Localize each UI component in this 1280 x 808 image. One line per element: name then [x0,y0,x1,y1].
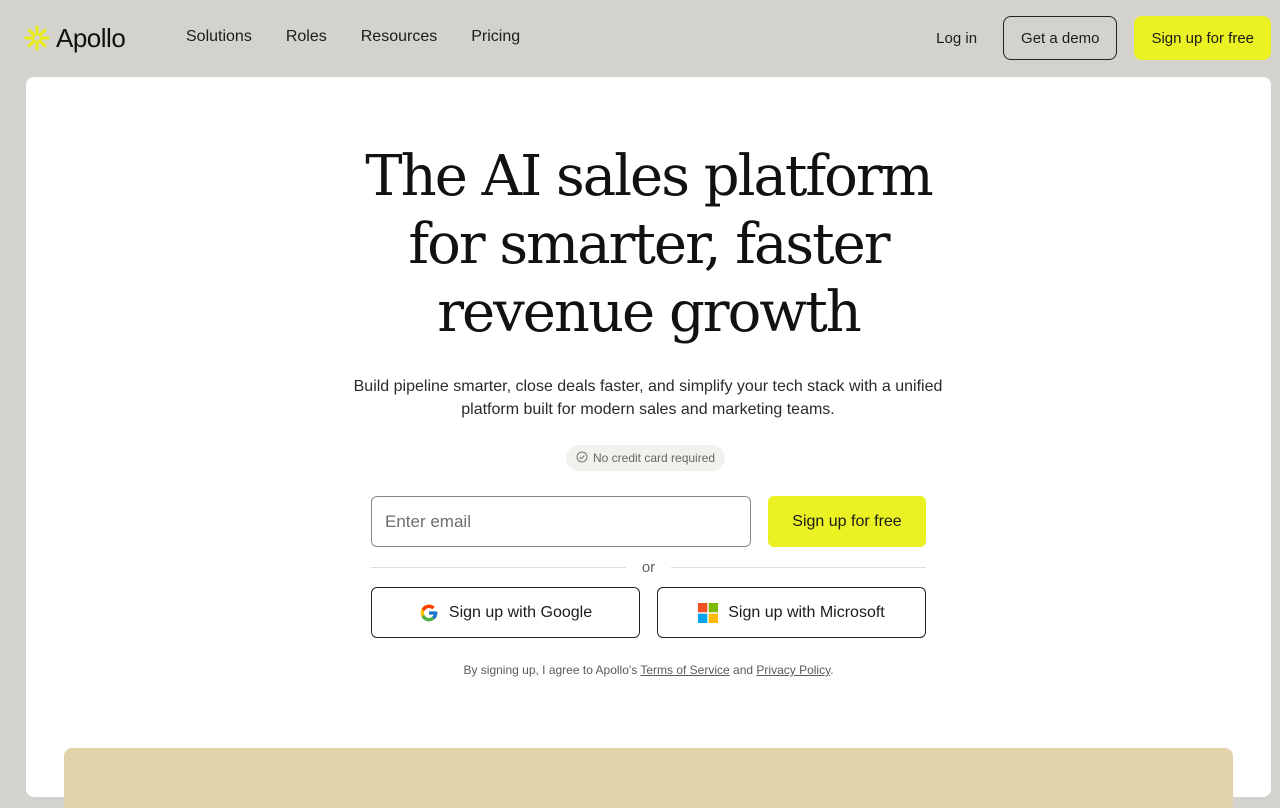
nav-roles[interactable]: Roles [286,28,327,46]
get-demo-button[interactable]: Get a demo [1003,16,1118,60]
microsoft-icon [698,602,719,623]
hero-subtext: Build pipeline smarter, close deals fast… [353,378,943,418]
microsoft-signup-label: Sign up with Microsoft [728,603,885,621]
nav-resources[interactable]: Resources [361,28,437,46]
divider-line-right [671,566,926,568]
apollo-logo[interactable]: Apollo [24,22,126,54]
legal-suffix: . [830,663,834,677]
brand-name: Apollo [56,22,126,53]
legal-and: and [733,663,754,677]
badge-label: No credit card required [593,451,716,465]
google-signup-button[interactable]: Sign up with Google [371,587,640,638]
google-icon [419,603,439,623]
or-divider: or [371,557,926,577]
headline-line-2: for smarter, faster [408,212,890,277]
or-label: or [641,558,656,576]
google-signup-label: Sign up with Google [448,603,593,621]
hero-card: The AI sales platform for smarter, faste… [26,77,1271,808]
apollo-logo-icon [24,25,50,51]
no-credit-card-badge: No credit card required [566,445,726,471]
legal-notice: By signing up, I agree to Apollo's Terms… [26,663,1271,677]
divider-line-left [371,566,626,568]
headline-line-3: revenue growth [437,280,862,345]
check-circle-icon [576,451,588,466]
product-preview-panel [64,748,1233,808]
nav-pricing[interactable]: Pricing [471,28,520,46]
legal-prefix: By signing up, I agree to Apollo's [463,663,638,677]
headline-line-1: The AI sales platform [365,144,933,209]
microsoft-signup-button[interactable]: Sign up with Microsoft [657,587,926,638]
top-navigation: Apollo Solutions Roles Resources Pricing… [0,0,1280,76]
header-actions: Log in Get a demo Sign up for free [936,16,1271,60]
login-link[interactable]: Log in [936,30,977,47]
hero-headline: The AI sales platform for smarter, faste… [26,143,1271,347]
terms-of-service-link[interactable]: Terms of Service [640,663,729,677]
email-input[interactable] [371,496,751,547]
main-nav: Solutions Roles Resources Pricing [186,28,520,46]
signup-button[interactable]: Sign up for free [768,496,926,547]
header-signup-button[interactable]: Sign up for free [1134,16,1271,60]
privacy-policy-link[interactable]: Privacy Policy [756,663,830,677]
nav-solutions[interactable]: Solutions [186,28,252,46]
